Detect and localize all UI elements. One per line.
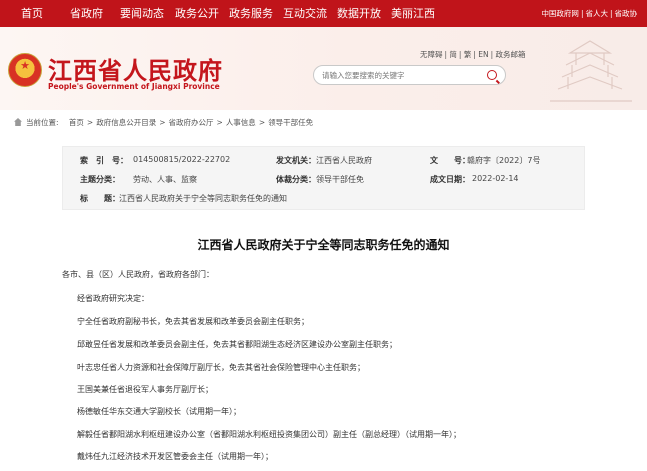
document-metadata: 索 引 号： 014500815/2022-22702 发文机关： 江西省人民政… [62, 146, 585, 210]
search-icon[interactable] [487, 70, 497, 80]
link-gov-mailbox[interactable]: 政务邮箱 [496, 50, 526, 59]
meta-genre-value: 领导干部任免 [316, 175, 364, 184]
meta-index-value: 014500815/2022-22702 [133, 155, 231, 164]
body-paragraph: 解毅任省鄱阳湖水利枢纽建设办公室（省鄱阳湖水利枢纽投资集团公司）副主任（副总经理… [77, 430, 461, 439]
nav-interaction[interactable]: 互动交流 [283, 0, 327, 27]
nav-news[interactable]: 要闻动态 [120, 0, 164, 27]
meta-docno-value: 赣府字〔2022〕7号 [467, 156, 541, 165]
national-emblem-icon [8, 53, 42, 87]
breadcrumb-appointments[interactable]: 领导干部任免 [268, 118, 313, 127]
nav-provincial-government[interactable]: 省政府 [70, 0, 103, 27]
nav-beautiful-jiangxi[interactable]: 美丽江西 [391, 0, 435, 27]
site-title[interactable]: 江西省人民政府 [48, 51, 223, 86]
body-paragraph: 杨德敏任华东交通大学副校长（试用期一年）； [77, 407, 241, 416]
meta-index-label: 索 引 号： [80, 156, 128, 165]
breadcrumb: 当前位置: 首页 > 政府信息公开目录 > 省政府办公厅 > 人事信息 > 领导干部任免 [14, 117, 313, 128]
body-paragraph: 戴炜任九江经济技术开发区管委会主任（试用期一年）； [77, 452, 273, 461]
meta-date-label: 成文日期： [430, 175, 470, 184]
link-traditional[interactable]: 繁 [464, 50, 472, 59]
nav-open-data[interactable]: 数据开放 [337, 0, 381, 27]
breadcrumb-label: 当前位置: [26, 118, 59, 127]
meta-issuer-label: 发文机关： [276, 156, 316, 165]
breadcrumb-personnel[interactable]: 人事信息 [226, 118, 256, 127]
meta-docno-label: 文 号： [430, 156, 470, 165]
salutation: 各市、县（区）人民政府，省政府各部门： [62, 270, 214, 279]
body-paragraph: 王国美兼任省退役军人事务厅副厅长； [77, 385, 213, 394]
nav-home[interactable]: 首页 [21, 0, 43, 27]
utility-links: 无障碍 | 简 | 繁 | EN | 政务邮箱 [420, 50, 526, 59]
search-box [313, 65, 506, 85]
site-subtitle: People's Government of Jiangxi Province [48, 82, 220, 91]
body-paragraph: 宁全任省政府副秘书长，免去其省发展和改革委员会副主任职务； [77, 317, 309, 326]
meta-genre-label: 体裁分类： [276, 175, 316, 184]
site-header: 江西省人民政府 People's Government of Jiangxi P… [0, 27, 647, 110]
home-icon [14, 118, 22, 126]
body-paragraph: 叶志忠任省人力资源和社会保障厅副厅长，免去其省社会保险管理中心主任职务； [77, 363, 365, 372]
nav-right-links: 中国政府网 | 省人大 | 省政协 [541, 9, 638, 18]
search-input[interactable] [322, 69, 482, 82]
document-title: 江西省人民政府关于宁全等同志职务任免的通知 [197, 238, 450, 252]
nav-gov-services[interactable]: 政务服务 [229, 0, 273, 27]
breadcrumb-catalog[interactable]: 政府信息公开目录 [96, 118, 156, 127]
breadcrumb-home[interactable]: 首页 [69, 118, 84, 127]
meta-subject-label: 标 题： [80, 194, 120, 203]
link-simplified[interactable]: 简 [449, 50, 457, 59]
top-nav: 首页 省政府 要闻动态 政务公开 政务服务 互动交流 数据开放 美丽江西 中国政… [0, 0, 647, 27]
nav-gov-affairs-disclosure[interactable]: 政务公开 [175, 0, 219, 27]
meta-date-value: 2022-02-14 [472, 174, 519, 183]
body-paragraph: 经省政府研究决定： [77, 294, 149, 303]
link-china-gov[interactable]: 中国政府网 [541, 9, 579, 18]
link-provincial-congress[interactable]: 省人大 [585, 9, 608, 18]
meta-topic-value: 劳动、人事、监察 [133, 175, 197, 184]
meta-issuer-value: 江西省人民政府 [316, 156, 372, 165]
meta-topic-label: 主题分类： [80, 175, 120, 184]
body-paragraph: 邱敢昱任省发展和改革委员会副主任，免去其省鄱阳湖生态经济区建设办公室副主任职务； [77, 340, 397, 349]
link-accessibility[interactable]: 无障碍 [420, 50, 443, 59]
pavilion-illustration-icon [550, 40, 632, 102]
link-english[interactable]: EN [478, 50, 488, 59]
link-provincial-cppcc[interactable]: 省政协 [615, 9, 638, 18]
breadcrumb-office[interactable]: 省政府办公厅 [169, 118, 214, 127]
meta-subject-value: 江西省人民政府关于宁全等同志职务任免的通知 [119, 194, 287, 203]
